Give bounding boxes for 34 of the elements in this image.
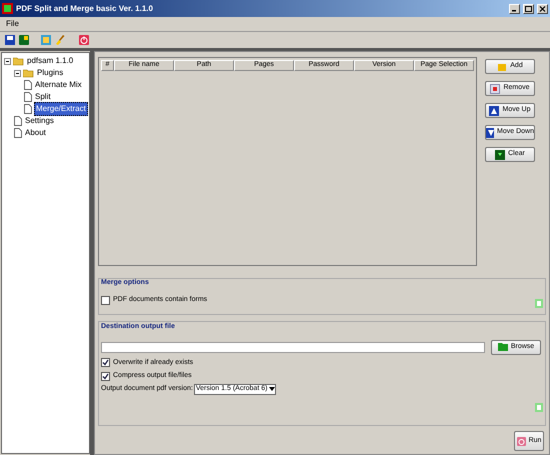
checkbox[interactable] — [101, 372, 110, 381]
tree-item[interactable]: Merge/Extract — [34, 102, 88, 116]
arrow-up-icon — [489, 106, 500, 116]
tree-item[interactable]: Split — [34, 91, 52, 103]
tree-item[interactable]: Settings — [24, 115, 55, 127]
tree-item[interactable]: pdfsam 1.1.0 — [26, 55, 74, 67]
save-icon[interactable] — [5, 35, 15, 45]
remove-icon — [490, 84, 500, 94]
dropdown-arrow-icon — [269, 387, 276, 392]
collapse-icon[interactable] — [14, 70, 21, 76]
broom-icon[interactable] — [55, 35, 65, 45]
close-button[interactable] — [537, 4, 548, 14]
window-title: PDF Split and Merge basic Ver. 1.1.0 — [16, 2, 154, 14]
folder-icon — [498, 343, 508, 352]
folder-icon — [497, 62, 508, 72]
folder-icon — [13, 56, 24, 66]
tree-item[interactable]: Alternate Mix — [34, 79, 83, 91]
checkbox[interactable] — [101, 296, 110, 306]
arrow-down-icon — [486, 128, 494, 138]
minimize-button[interactable] — [509, 4, 520, 14]
app-icon — [2, 3, 13, 14]
path-field[interactable] — [101, 342, 485, 353]
maximize-icon — [525, 6, 532, 12]
power-icon — [516, 436, 526, 446]
folder-icon — [23, 68, 34, 78]
clear-icon — [495, 150, 506, 160]
power-icon[interactable] — [79, 35, 89, 45]
menu-item[interactable]: File — [4, 18, 21, 30]
checkbox[interactable] — [101, 358, 110, 368]
close-icon — [539, 6, 546, 12]
tree-item[interactable]: Plugins — [36, 67, 64, 79]
tree-item[interactable]: About — [24, 127, 47, 139]
maximize-button[interactable] — [523, 4, 534, 14]
collapse-icon[interactable] — [4, 58, 11, 64]
